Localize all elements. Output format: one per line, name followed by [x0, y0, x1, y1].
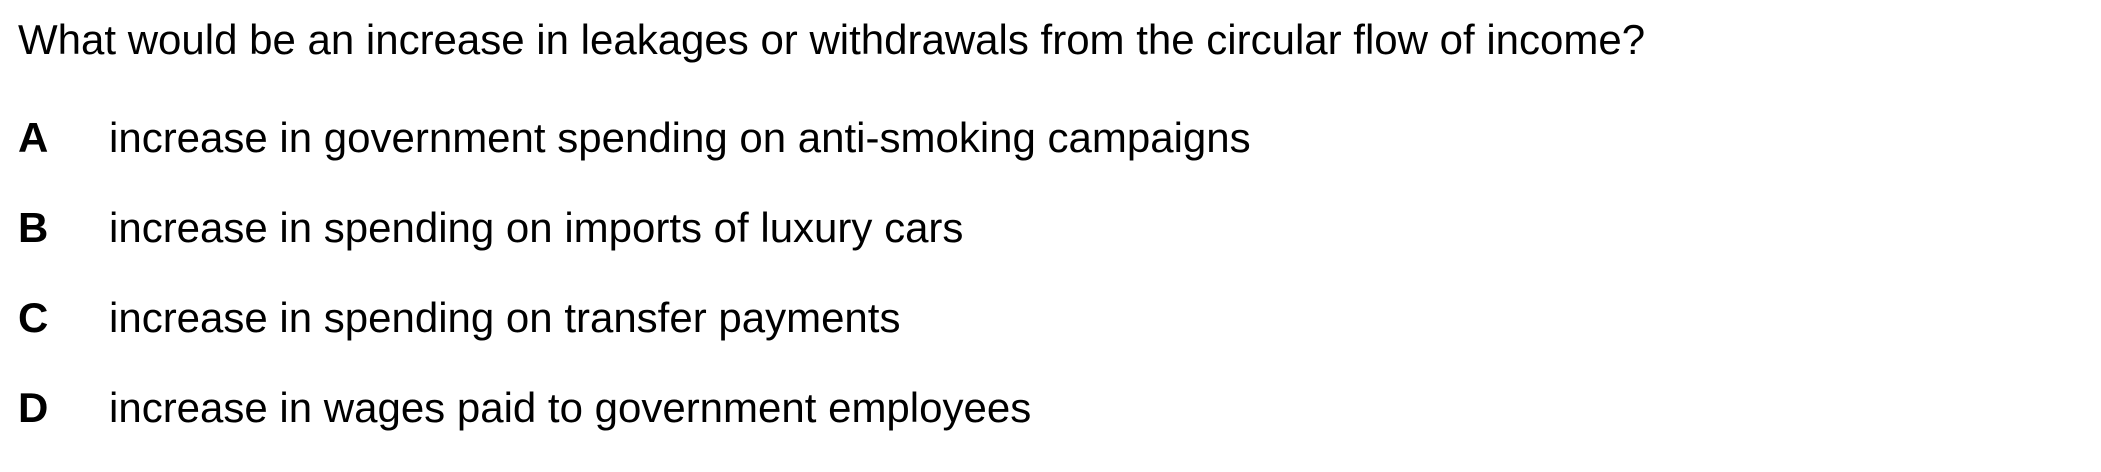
- question-text: What would be an increase in leakages or…: [18, 16, 1646, 63]
- option-text: increase in spending on transfer payment…: [109, 294, 901, 341]
- option-letter: D: [18, 384, 49, 431]
- option-c: C increase in spending on transfer payme…: [18, 292, 1251, 344]
- option-letter: A: [18, 114, 49, 161]
- option-letter: B: [18, 204, 49, 251]
- option-text: increase in wages paid to government emp…: [109, 384, 1032, 431]
- option-text: increase in government spending on anti-…: [109, 114, 1251, 161]
- answer-options: A increase in government spending on ant…: [18, 112, 1251, 472]
- option-a: A increase in government spending on ant…: [18, 112, 1251, 164]
- option-letter: C: [18, 294, 49, 341]
- option-text: increase in spending on imports of luxur…: [109, 204, 964, 251]
- option-d: D increase in wages paid to government e…: [18, 382, 1251, 434]
- option-b: B increase in spending on imports of lux…: [18, 202, 1251, 254]
